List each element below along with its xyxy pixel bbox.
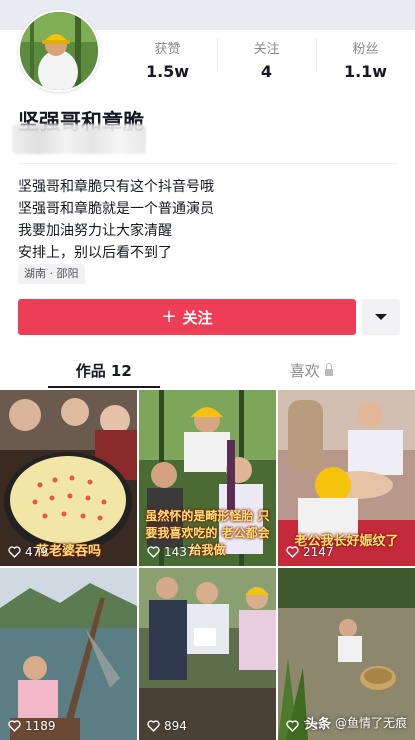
stat-followers[interactable]: 粉丝 1.1w bbox=[316, 30, 415, 82]
heart-icon bbox=[147, 546, 160, 558]
video-likes-count: 894 bbox=[164, 719, 187, 733]
tab-works-label: 作品 12 bbox=[75, 361, 132, 380]
stat-likes-label: 获赞 bbox=[154, 42, 181, 57]
stat-followers-value: 1.1w bbox=[343, 62, 388, 81]
follow-button-label: 关注 bbox=[182, 308, 213, 327]
profile-page: 获赞 1.5w 关注 4 粉丝 1.1w 坚强哥和章脆 坚强哥和章脆只有这个抖音… bbox=[0, 0, 415, 740]
video-likes: 1437 bbox=[147, 545, 195, 559]
more-options-button[interactable] bbox=[362, 299, 400, 335]
video-thumbnail[interactable]: 1189 bbox=[0, 568, 137, 740]
watermark: 头条 @鱼情了无痕 bbox=[305, 713, 407, 732]
video-likes: 894 bbox=[147, 719, 187, 733]
caret-down-icon bbox=[375, 314, 387, 320]
follow-button[interactable]: + 关注 bbox=[18, 299, 356, 335]
watermark-brand: 头条 bbox=[304, 717, 331, 732]
plus-icon: + bbox=[161, 306, 177, 327]
tab-likes[interactable]: 喜欢 bbox=[208, 352, 415, 388]
lock-icon bbox=[324, 362, 333, 376]
heart-icon bbox=[8, 720, 21, 732]
video-thumbnail[interactable]: 花老婆吞吗 479 bbox=[0, 390, 137, 566]
avatar[interactable] bbox=[18, 10, 100, 92]
bio-line: 我要加油努力让大家清醒 bbox=[18, 223, 172, 239]
heart-icon bbox=[286, 720, 299, 732]
bio-line: 安排上，别以后看不到了 bbox=[18, 245, 172, 261]
tab-works[interactable]: 作品 12 bbox=[0, 352, 208, 388]
video-thumbnail[interactable]: 老公我长好娠纹了 2147 bbox=[278, 390, 415, 566]
video-likes: 479 bbox=[8, 545, 48, 559]
video-likes-count: 1437 bbox=[164, 545, 195, 559]
watermark-handle: @鱼情了无痕 bbox=[334, 716, 407, 730]
video-thumbnail[interactable]: 894 bbox=[139, 568, 276, 740]
video-likes-count: 2147 bbox=[303, 545, 334, 559]
video-likes: 2147 bbox=[286, 545, 334, 559]
tab-likes-label: 喜欢 bbox=[289, 361, 320, 380]
stat-likes[interactable]: 获赞 1.5w bbox=[118, 30, 217, 82]
video-likes-count: 1189 bbox=[25, 719, 56, 733]
stat-followers-label: 粉丝 bbox=[352, 42, 379, 57]
heart-icon bbox=[8, 546, 21, 558]
video-likes: 1189 bbox=[8, 719, 56, 733]
profile-bio: 坚强哥和章脆只有这个抖音号哦 坚强哥和章脆就是一个普通演员 我要加油努力让大家清… bbox=[18, 176, 214, 264]
heart-icon bbox=[147, 720, 160, 732]
stat-following-label: 关注 bbox=[253, 42, 280, 57]
heart-icon bbox=[286, 546, 299, 558]
blurred-user-id bbox=[12, 124, 146, 154]
stat-following-value: 4 bbox=[260, 62, 273, 81]
bio-line: 坚强哥和章脆只有这个抖音号哦 bbox=[18, 179, 214, 195]
video-grid: 花老婆吞吗 479 虽然怀的是畸形怪胎 只要我喜欢吃的 老公都会给我做 1437… bbox=[0, 390, 415, 740]
profile-stats: 获赞 1.5w 关注 4 粉丝 1.1w bbox=[118, 30, 415, 82]
bio-line: 坚强哥和章脆就是一个普通演员 bbox=[18, 201, 214, 217]
video-thumbnail[interactable]: 虽然怀的是畸形怪胎 只要我喜欢吃的 老公都会给我做 1437 bbox=[139, 390, 276, 566]
video-likes-count: 479 bbox=[25, 545, 48, 559]
stat-likes-value: 1.5w bbox=[145, 62, 190, 81]
stat-following[interactable]: 关注 4 bbox=[217, 30, 316, 82]
content-tabs: 作品 12 喜欢 bbox=[0, 352, 415, 388]
location-tag: 湖南 · 邵阳 bbox=[18, 264, 85, 284]
divider bbox=[18, 163, 398, 164]
